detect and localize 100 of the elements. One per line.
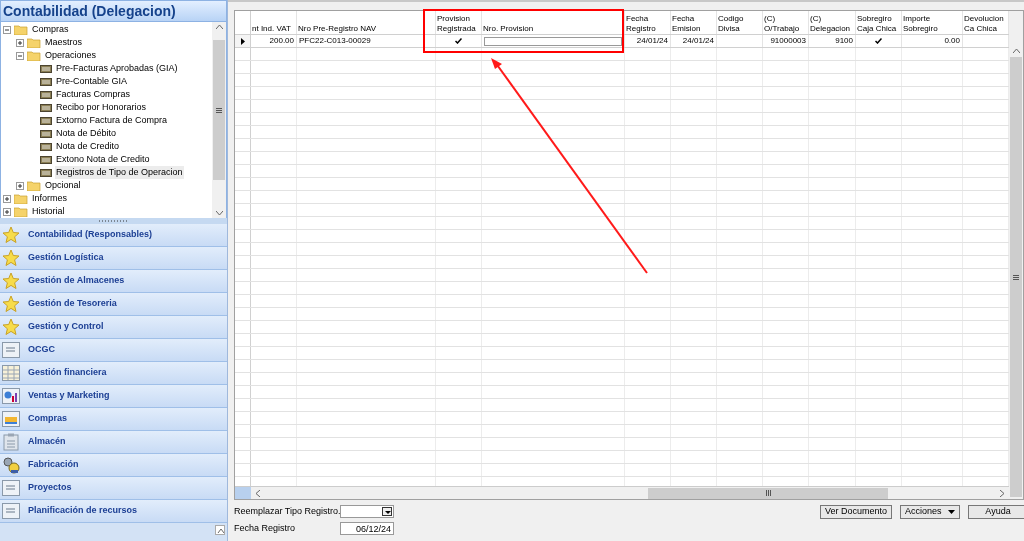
field-label: Fecha Registro bbox=[234, 521, 297, 535]
expander-icon[interactable] bbox=[16, 51, 24, 60]
table-cell: PFC22-C013-00029 bbox=[299, 35, 371, 47]
grid-icon bbox=[2, 365, 20, 381]
module-button[interactable]: Ventas y Marketing bbox=[0, 385, 227, 408]
scrollbar[interactable] bbox=[212, 22, 226, 218]
scroll-thumb[interactable] bbox=[1010, 57, 1022, 497]
scroll-down-icon[interactable] bbox=[215, 211, 223, 216]
folder-icon bbox=[14, 24, 28, 35]
star-icon bbox=[2, 272, 20, 290]
form-icon bbox=[40, 168, 52, 177]
module-button[interactable]: Almacén bbox=[0, 431, 227, 454]
module-button[interactable]: Compras bbox=[0, 408, 227, 431]
module-button[interactable]: Contabilidad (Responsables) bbox=[0, 224, 227, 247]
date-field[interactable]: 06/12/24 bbox=[340, 521, 394, 535]
column-header[interactable]: Provision Registrada bbox=[437, 14, 480, 34]
form-icon bbox=[40, 103, 52, 112]
tree-item[interactable]: Facturas Compras bbox=[55, 87, 132, 102]
caret-icon bbox=[382, 507, 392, 517]
tray-icon bbox=[2, 411, 20, 427]
action-button[interactable]: Ver Documento bbox=[819, 505, 892, 519]
check-icon[interactable] bbox=[455, 38, 462, 44]
form-icon bbox=[40, 129, 52, 138]
table-cell: 0.00 bbox=[944, 35, 960, 47]
tree-item[interactable]: Nota de Credito bbox=[55, 139, 121, 154]
module-button[interactable]: Gestión financiera bbox=[0, 362, 227, 385]
column-header[interactable]: nt Ind. VAT bbox=[252, 24, 291, 34]
module-button[interactable]: Gestión y Control bbox=[0, 316, 227, 339]
table-cell: 24/01/24 bbox=[636, 35, 668, 47]
scroll-thumb[interactable] bbox=[213, 40, 225, 180]
expander-icon[interactable] bbox=[3, 207, 11, 216]
form-icon bbox=[2, 342, 20, 358]
tree-item[interactable]: Compras bbox=[31, 22, 70, 37]
column-header[interactable]: Fecha Emision bbox=[672, 14, 715, 34]
scroll-up-icon[interactable] bbox=[215, 24, 223, 29]
column-header[interactable]: Importe Sobregiro bbox=[903, 14, 961, 34]
type-dropdown[interactable] bbox=[340, 505, 394, 519]
expander-icon[interactable] bbox=[16, 38, 24, 47]
vertical-scrollbar[interactable] bbox=[1009, 11, 1023, 499]
form-icon bbox=[2, 503, 20, 519]
module-button[interactable]: Fabricación bbox=[0, 454, 227, 477]
module-button[interactable]: Planificación de recursos bbox=[0, 500, 227, 523]
tree-item[interactable]: Registros de Tipo de Operacion bbox=[55, 165, 184, 180]
scroll-up-icon[interactable] bbox=[215, 525, 225, 535]
column-header[interactable]: Fecha Registro bbox=[626, 14, 669, 34]
row-header[interactable] bbox=[235, 35, 251, 47]
scroll-thumb[interactable] bbox=[648, 487, 888, 499]
action-button[interactable]: Acciones bbox=[900, 505, 960, 519]
scroll-left-icon[interactable] bbox=[255, 489, 260, 497]
tree-item[interactable]: Historial bbox=[31, 204, 66, 218]
grip-icon bbox=[216, 107, 222, 113]
column-header[interactable]: (C) O/Trabajo bbox=[764, 14, 807, 34]
module-button[interactable]: Gestión de Almacenes bbox=[0, 270, 227, 293]
horizontal-scrollbar[interactable] bbox=[251, 487, 1009, 499]
column-header[interactable]: Sobregiro Caja Chica bbox=[857, 14, 900, 34]
module-button[interactable]: OCGC bbox=[0, 339, 227, 362]
star-icon bbox=[2, 295, 20, 313]
form-icon bbox=[40, 90, 52, 99]
tree-item[interactable]: Recibo por Honorarios bbox=[55, 100, 148, 115]
expander-icon[interactable] bbox=[3, 25, 11, 34]
tree-item[interactable]: Informes bbox=[31, 191, 68, 206]
column-header[interactable]: (C) Delegacion bbox=[810, 14, 854, 34]
tree-item[interactable]: Extono Nota de Credito bbox=[55, 152, 151, 167]
grid-corner bbox=[235, 487, 251, 499]
expander-icon[interactable] bbox=[3, 194, 11, 203]
star-icon bbox=[2, 226, 20, 244]
tree-item[interactable]: Pre-Contable GIA bbox=[55, 74, 129, 89]
column-header[interactable]: Devolucion Ca Chica bbox=[964, 14, 1007, 34]
form-icon bbox=[2, 480, 20, 496]
column-header[interactable]: Codigo Divisa bbox=[718, 14, 761, 34]
form-icon bbox=[40, 142, 52, 151]
scroll-right-icon[interactable] bbox=[1000, 489, 1005, 497]
field-label: Reemplazar Tipo Registro. bbox=[234, 505, 340, 518]
scroll-up-icon[interactable] bbox=[1012, 48, 1020, 53]
folder-icon bbox=[27, 180, 41, 191]
module-button[interactable]: Gestión de Tesoreria bbox=[0, 293, 227, 316]
tree-item[interactable]: Pre-Facturas Aprobadas (GIA) bbox=[55, 61, 179, 76]
column-header[interactable]: Nro Pre-Registro NAV bbox=[298, 24, 377, 34]
star-icon bbox=[2, 318, 20, 336]
tree-item[interactable]: Operaciones bbox=[44, 48, 98, 63]
column-header[interactable]: Nro. Provision bbox=[483, 24, 534, 34]
folder-icon bbox=[14, 193, 28, 204]
form-icon bbox=[40, 116, 52, 125]
grip-icon bbox=[1013, 274, 1019, 280]
module-button[interactable]: Proyectos bbox=[0, 477, 227, 500]
module-button[interactable]: Gestión Logística bbox=[0, 247, 227, 270]
form-icon bbox=[40, 155, 52, 164]
folder-icon bbox=[27, 50, 41, 61]
grip-icon bbox=[765, 490, 771, 496]
tree-item[interactable]: Nota de Débito bbox=[55, 126, 118, 141]
star-icon bbox=[2, 249, 20, 267]
tree-item[interactable]: Maestros bbox=[44, 35, 83, 50]
table-cell: 91000003 bbox=[770, 35, 806, 47]
panel-title: Contabilidad (Delegacion) bbox=[0, 0, 227, 22]
tree-item[interactable]: Opcional bbox=[44, 178, 82, 193]
expander-icon[interactable] bbox=[16, 181, 24, 190]
check-icon[interactable] bbox=[875, 38, 882, 44]
action-button[interactable]: Ayuda bbox=[968, 505, 1024, 519]
input-field[interactable] bbox=[484, 36, 622, 46]
tree-item[interactable]: Extorno Factura de Compra bbox=[55, 113, 169, 128]
